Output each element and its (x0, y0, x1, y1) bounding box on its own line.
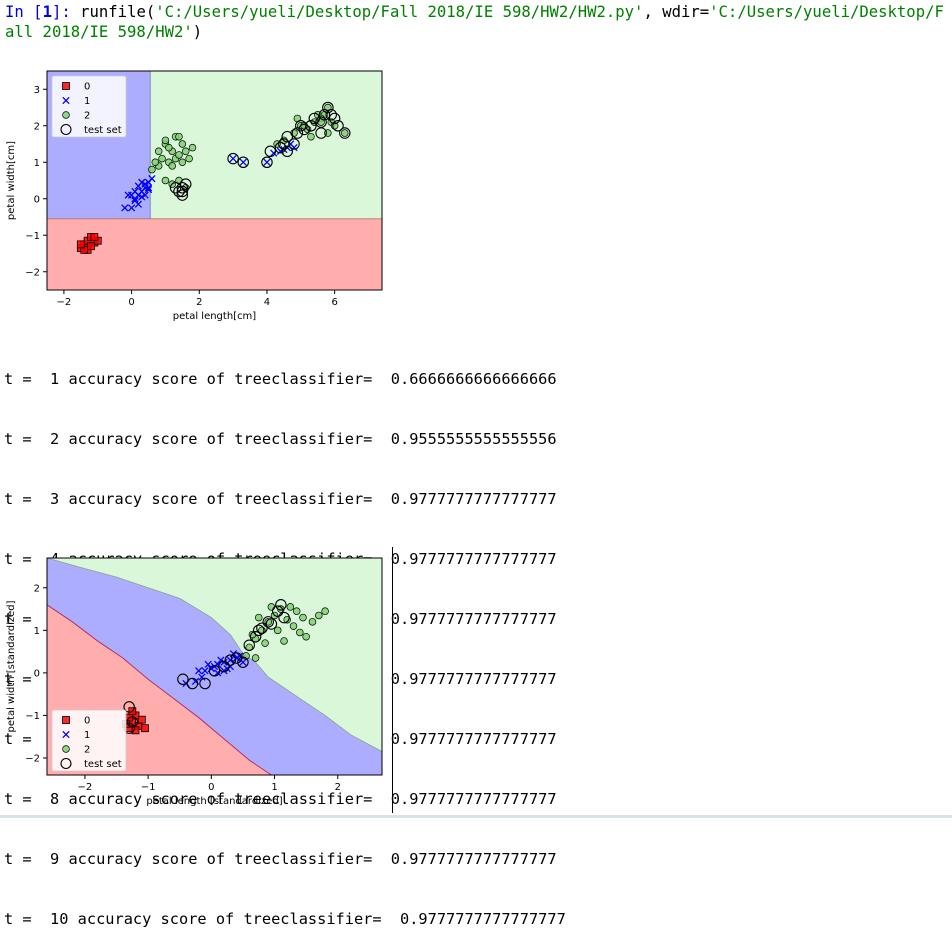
class-2-point (168, 162, 176, 170)
class-2-point (308, 618, 317, 626)
class-2-point (154, 147, 163, 156)
prompt-number: 1 (42, 3, 52, 21)
legend-label: 0 (84, 716, 90, 727)
y-tick-label: 2 (34, 121, 40, 132)
output-line: t = 10 accuracy score of treeclassifier=… (4, 910, 566, 928)
x-tick-label: 2 (196, 297, 202, 308)
class-2-point (161, 176, 170, 185)
plot-petal-cm: −2 0 2 4 6 −2 −1 0 1 2 3 petal length[cm] petal widt… (6, 70, 383, 322)
y-tick-label: −2 (25, 753, 40, 764)
prompt-close: ]: (51, 3, 81, 21)
plot-petal-standardized: −2 −1 0 1 2 −2 −1 0 1 2 petal length [standardized… (6, 557, 383, 807)
prompt-in-label: In [ (5, 3, 43, 21)
class-2-point (341, 129, 349, 137)
y-tick-label: 1 (34, 626, 40, 637)
class-2-point (261, 639, 269, 647)
x-axis-label: petal length [standardized] (146, 796, 282, 807)
class-0-point (141, 724, 149, 733)
class-2-point (188, 143, 197, 152)
class-2-point (148, 165, 156, 174)
class-0-point (137, 715, 146, 724)
y-axis-label: petal width[cm] (6, 141, 17, 220)
runfile-sep: , wdir= (643, 3, 710, 21)
x-tick-label: −2 (57, 297, 72, 308)
class-2-point (175, 132, 183, 141)
class-2-point (178, 140, 187, 148)
class-0-point (76, 240, 85, 249)
figure-petal-standardized: −2 −1 0 1 2 −2 −1 0 1 2 petal length [standardized… (0, 550, 392, 812)
class-0-point (62, 716, 70, 724)
x-tick-label: 1 (271, 782, 277, 793)
x-tick-label: 0 (128, 297, 134, 308)
class-2-point (62, 111, 70, 119)
legend-label: 1 (84, 96, 90, 107)
class-2-point (280, 637, 288, 645)
y-tick-label: 2 (34, 583, 40, 594)
class-0-point (90, 233, 99, 241)
y-tick-label: 0 (34, 194, 40, 205)
legend-label: 0 (84, 82, 90, 93)
output-line: t = 3 accuracy score of treeclassifier= … (4, 490, 557, 508)
legend: 0 1 2 test set (51, 709, 127, 772)
class-2-point (254, 613, 263, 622)
figure-petal-cm: −2 0 2 4 6 −2 −1 0 1 2 3 petal length[cm] petal widt… (0, 62, 392, 324)
class-2-point (296, 628, 304, 637)
class-2-point (185, 154, 193, 163)
class-0-point (87, 242, 95, 251)
console-input-line[interactable]: In [1]: runfile('C:/Users/yueli/Desktop/… (5, 2, 945, 42)
class-2-point (175, 151, 183, 159)
runfile-close: ) (192, 23, 203, 41)
x-tick-label: 4 (264, 297, 270, 308)
class-2-point (299, 613, 307, 622)
runfile-call: runfile( (80, 3, 156, 21)
class-2-point (161, 136, 170, 145)
legend-label: 1 (84, 730, 90, 741)
x-tick-label: 2 (335, 782, 341, 793)
class-2-point (307, 132, 315, 141)
class-2-point (178, 158, 187, 166)
x-tick-label: −1 (141, 782, 156, 793)
y-tick-label: 3 (34, 85, 40, 96)
class-2-point (321, 607, 329, 615)
x-axis-label: petal length[cm] (173, 311, 257, 322)
class-2-point (158, 154, 166, 163)
class-2-point (251, 654, 260, 662)
y-tick-label: −2 (25, 267, 40, 278)
y-tick-label: −1 (25, 231, 40, 242)
class-2-point (151, 158, 160, 166)
class-2-point (62, 745, 70, 753)
class-2-point (315, 611, 323, 620)
class-2-point (165, 143, 173, 152)
y-tick-label: 0 (34, 668, 40, 679)
runfile-path: 'C:/Users/yueli/Desktop/Fall 2018/IE 598… (155, 3, 644, 21)
class-2-point (181, 147, 190, 156)
output-line: t = 2 accuracy score of treeclassifier= … (4, 430, 557, 448)
class-2-point (267, 603, 276, 611)
y-tick-label: −1 (25, 711, 40, 722)
legend: 0 1 2 test set (51, 75, 127, 138)
legend-label: test set (84, 125, 122, 136)
class-2-point (302, 632, 310, 641)
class-0-point (62, 82, 70, 90)
class-2-point (292, 607, 301, 615)
legend-label: test set (84, 759, 122, 770)
class-2-point (289, 622, 298, 630)
output-divider (392, 547, 393, 813)
x-tick-label: 0 (208, 782, 214, 793)
x-tick-label: −2 (78, 782, 93, 793)
class-2-point (286, 603, 295, 611)
legend-label: 2 (84, 745, 90, 756)
x-tick-label: 6 (331, 297, 337, 308)
output-line: t = 9 accuracy score of treeclassifier= … (4, 850, 557, 868)
decision-region-0 (47, 218, 382, 290)
y-axis-label: petal width [standardized] (6, 600, 17, 732)
output-line: t = 1 accuracy score of treeclassifier= … (4, 370, 557, 388)
y-tick-label: 1 (34, 158, 40, 169)
legend-label: 2 (84, 111, 90, 122)
class-0-point (131, 726, 140, 735)
